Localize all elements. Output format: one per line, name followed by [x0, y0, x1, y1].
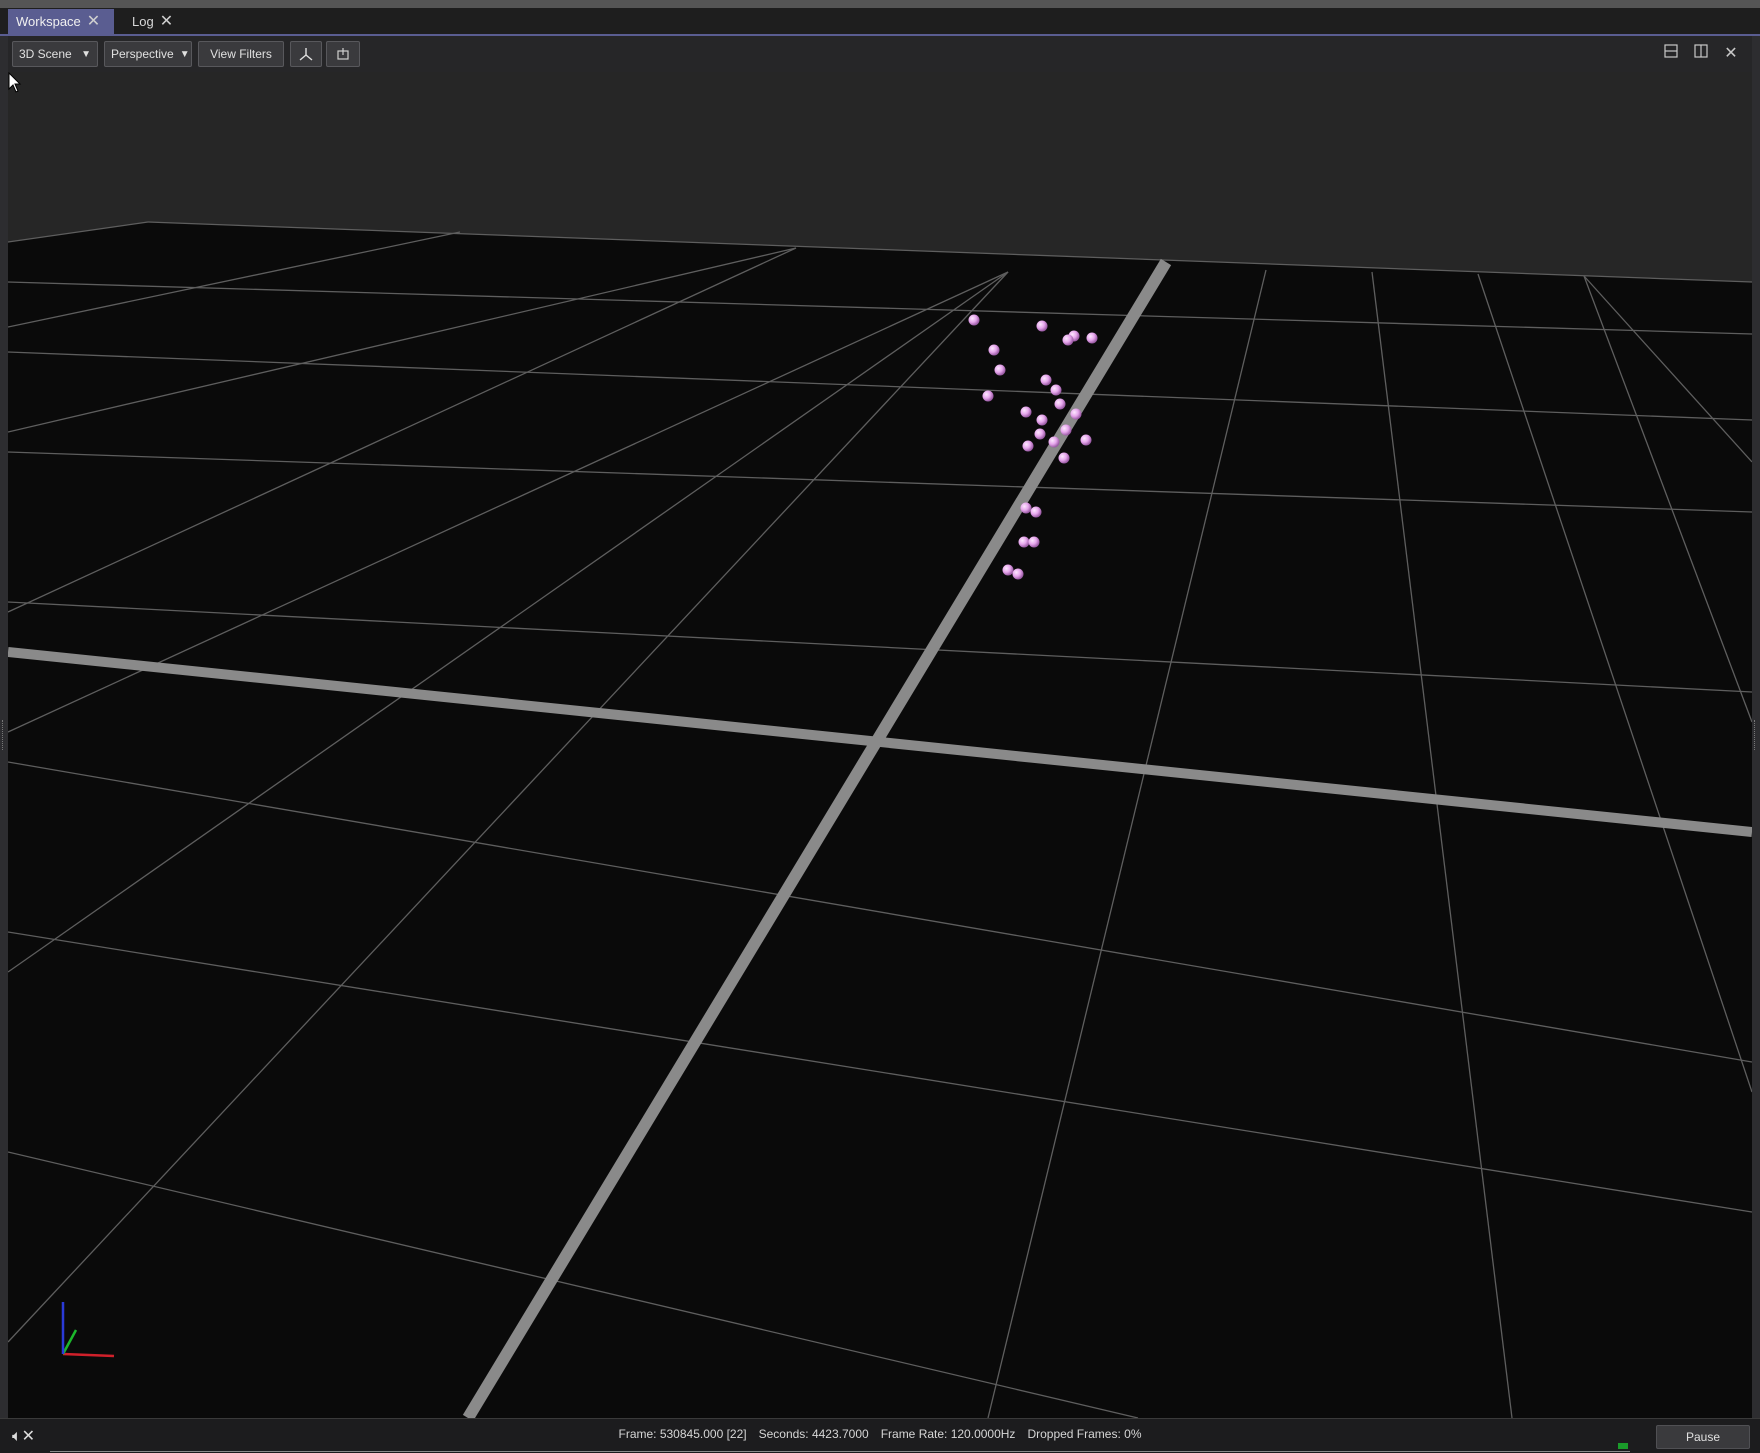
title-strip [0, 0, 1760, 8]
reset-view-button[interactable] [326, 41, 360, 67]
marker-sphere[interactable] [1050, 384, 1062, 396]
timeline-slider[interactable] [50, 1443, 1630, 1452]
scene-canvas [8, 72, 1752, 1418]
marker-sphere[interactable] [1012, 568, 1024, 580]
marker-sphere[interactable] [1080, 434, 1092, 446]
tab-bar: Workspace ✕ Log ✕ [0, 8, 1760, 36]
timeline-playhead[interactable] [1618, 1443, 1628, 1449]
3d-viewport[interactable] [8, 72, 1752, 1418]
view-type-value: 3D Scene [19, 47, 72, 61]
view-filters-button[interactable]: View Filters [198, 41, 284, 67]
background-sky [8, 72, 1752, 282]
projection-select[interactable]: Perspective ▼ [104, 41, 192, 67]
marker-sphere[interactable] [968, 314, 980, 326]
close-icon[interactable]: ✕ [160, 13, 173, 30]
marker-sphere[interactable] [1048, 436, 1060, 448]
left-resize-grip[interactable] [2, 720, 6, 750]
chevron-down-icon: ▼ [179, 48, 190, 60]
chevron-down-icon: ▼ [81, 48, 91, 60]
dropped-frames-readout: Dropped Frames: 0% [1027, 1427, 1142, 1441]
marker-sphere[interactable] [1058, 452, 1070, 464]
split-vertical-icon[interactable] [1690, 44, 1712, 64]
marker-sphere[interactable] [1060, 424, 1072, 436]
marker-sphere[interactable] [1070, 408, 1082, 420]
z-axis-line [462, 258, 1172, 1418]
axes-gizmo [61, 1302, 115, 1358]
marker-sphere[interactable] [1020, 502, 1032, 514]
marker-sphere[interactable] [1036, 320, 1048, 332]
pause-label: Pause [1685, 1430, 1721, 1444]
marker-sphere[interactable] [1062, 334, 1074, 346]
frame-rate-readout: Frame Rate: 120.0000Hz [880, 1427, 1016, 1441]
viewport-toolbar: 3D Scene ▼ Perspective ▼ View Filters ✕ [8, 36, 1752, 72]
application-window: Workspace ✕ Log ✕ 3D Scene ▼ Perspective… [0, 0, 1760, 1453]
ground-grid-minor [8, 221, 1752, 1418]
seconds-readout: Seconds: 4423.7000 [758, 1427, 869, 1441]
marker-sphere[interactable] [1034, 428, 1046, 440]
tab-workspace[interactable]: Workspace ✕ [8, 9, 114, 34]
marker-sphere[interactable] [1086, 332, 1098, 344]
right-resize-grip[interactable] [1754, 720, 1758, 750]
marker-sphere[interactable] [1022, 440, 1034, 452]
frame-readout: Frame: 530845.000 [22] [618, 1427, 747, 1441]
status-text: Frame: 530845.000 [22] Seconds: 4423.7000… [0, 1427, 1760, 1441]
close-icon[interactable]: ✕ [87, 13, 100, 30]
tab-log-label: Log [132, 14, 154, 29]
reset-view-icon [337, 48, 349, 60]
tab-log[interactable]: Log ✕ [124, 9, 182, 34]
marker-sphere[interactable] [988, 344, 1000, 356]
marker-sphere[interactable] [1054, 398, 1066, 410]
view-type-select[interactable]: 3D Scene ▼ [12, 41, 98, 67]
marker-sphere[interactable] [1020, 406, 1032, 418]
axes-icon [299, 48, 313, 61]
marker-sphere[interactable] [1040, 374, 1052, 386]
close-icon[interactable]: ✕ [1720, 44, 1742, 64]
marker-sphere[interactable] [1002, 564, 1014, 576]
split-horizontal-icon[interactable] [1660, 44, 1682, 64]
tab-workspace-label: Workspace [16, 14, 81, 29]
marker-sphere[interactable] [1028, 536, 1040, 548]
axes-button[interactable] [290, 41, 322, 67]
marker-sphere[interactable] [994, 364, 1006, 376]
pause-button[interactable]: Pause [1656, 1425, 1750, 1449]
status-bar: 🔈︎✕ Frame: 530845.000 [22] Seconds: 4423.… [0, 1418, 1760, 1453]
marker-sphere[interactable] [1036, 414, 1048, 426]
view-filters-label: View Filters [210, 47, 272, 61]
marker-sphere[interactable] [982, 390, 994, 402]
projection-value: Perspective [111, 47, 174, 61]
marker-sphere[interactable] [1018, 536, 1030, 548]
marker-cloud [968, 314, 1098, 580]
mouse-cursor-icon [8, 72, 22, 93]
marker-sphere[interactable] [1030, 506, 1042, 518]
